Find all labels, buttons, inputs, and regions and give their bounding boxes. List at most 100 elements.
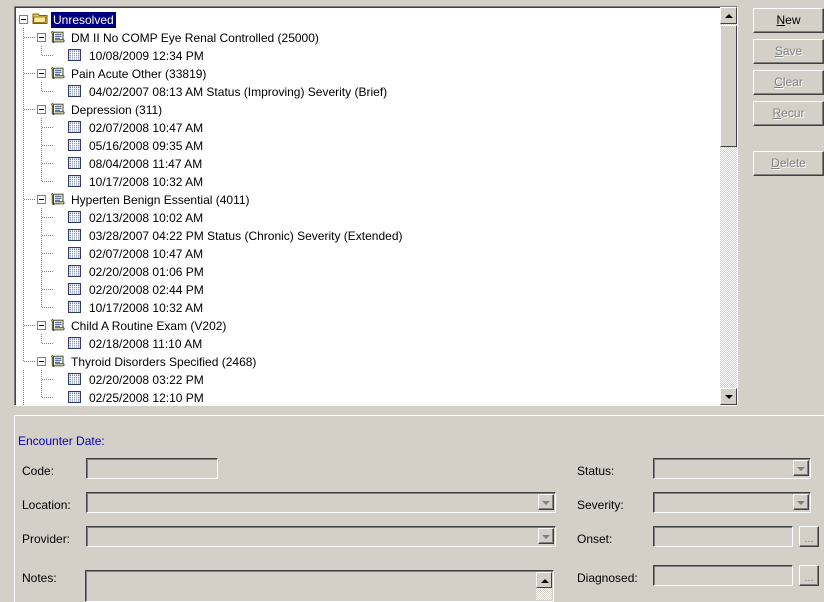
tree-group-node[interactable]: Depression (311) xyxy=(15,100,721,118)
tree-guide xyxy=(42,163,53,164)
tree-guide xyxy=(42,91,53,92)
tree-guide xyxy=(23,118,24,136)
tree-group-node[interactable]: DM II No COMP Eye Renal Controlled (2500… xyxy=(15,28,721,46)
tree-encounter-node[interactable]: 04/02/2007 08:13 AM Status (Improving) S… xyxy=(15,82,721,100)
tree-guide xyxy=(42,343,53,344)
tree-node-label: 02/25/2008 12:10 PM xyxy=(89,390,204,405)
scroll-down-icon[interactable] xyxy=(720,388,737,405)
tree-encounter-node[interactable]: 02/18/2008 11:10 AM xyxy=(15,334,721,352)
encounter-icon xyxy=(68,84,84,98)
provider-combo-box[interactable] xyxy=(86,526,556,547)
tree-group-node[interactable]: Pain Acute Other (33819) xyxy=(15,64,721,82)
encounter-icon xyxy=(68,246,84,260)
tree-expander-toggle[interactable] xyxy=(37,357,46,366)
code-input[interactable] xyxy=(86,458,218,479)
tree-root-node[interactable]: Unresolved xyxy=(15,10,721,28)
tree-encounter-node[interactable]: 08/04/2008 11:47 AM xyxy=(15,154,721,172)
tree-encounter-node[interactable]: 03/28/2007 04:22 PM Status (Chronic) Sev… xyxy=(15,226,721,244)
chevron-down-icon[interactable] xyxy=(538,528,554,544)
tree-expander-toggle[interactable] xyxy=(37,321,46,330)
tree-guide xyxy=(24,37,35,38)
tree-guide xyxy=(23,334,24,352)
tree-node-label: Pain Acute Other (33819) xyxy=(71,66,207,81)
tree-node-label: 02/18/2008 11:10 AM xyxy=(89,336,203,351)
button-label-rest: lear xyxy=(782,75,803,89)
tree-guide xyxy=(23,82,24,100)
tree-node-label: 10/17/2008 10:32 AM xyxy=(89,300,204,315)
provider-combo[interactable] xyxy=(86,526,556,547)
tree-guide xyxy=(24,325,35,326)
tree-guide xyxy=(23,154,24,172)
encounter-icon xyxy=(68,372,84,386)
tree-expander-toggle[interactable] xyxy=(37,195,46,204)
accelerator-char: C xyxy=(774,75,783,89)
tree-guide xyxy=(42,253,53,254)
onset-browse-button[interactable]: ... xyxy=(799,526,819,547)
tree-guide xyxy=(23,226,24,244)
notes-textarea[interactable] xyxy=(85,570,554,602)
tree-encounter-node[interactable]: 02/07/2008 10:47 AM xyxy=(15,118,721,136)
tree-encounter-node[interactable]: 02/07/2008 10:47 AM xyxy=(15,244,721,262)
tree-expander-toggle[interactable] xyxy=(19,15,28,24)
problem-tree[interactable]: Unresolved DM II No COMP Eye Renal Contro… xyxy=(15,7,721,405)
tree-group-node[interactable]: Child A Routine Exam (V202) xyxy=(15,316,721,334)
encounter-icon xyxy=(68,210,84,224)
tree-encounter-node[interactable]: 02/25/2008 12:10 PM xyxy=(15,388,721,405)
tree-expander-toggle[interactable] xyxy=(37,105,46,114)
notes-vertical-scrollbar[interactable] xyxy=(536,572,552,600)
severity-label: Severity: xyxy=(577,498,624,512)
tree-node-label: 10/08/2009 12:34 PM xyxy=(89,48,204,63)
diagnosed-label: Diagnosed: xyxy=(577,571,638,585)
code-label: Code: xyxy=(22,464,55,478)
tree-encounter-node[interactable]: 02/20/2008 01:06 PM xyxy=(15,262,721,280)
location-combo-box[interactable] xyxy=(86,492,556,513)
tree-guide xyxy=(23,370,24,388)
tree-guide xyxy=(42,397,53,398)
onset-input[interactable] xyxy=(653,526,793,547)
scroll-up-icon[interactable] xyxy=(536,572,552,588)
scroll-up-icon[interactable] xyxy=(720,7,737,24)
tree-guide xyxy=(23,172,24,190)
status-combo-box[interactable] xyxy=(653,458,811,479)
tree-encounter-node[interactable]: 10/17/2008 10:32 AM xyxy=(15,298,721,316)
tree-guide xyxy=(42,271,53,272)
tree-encounter-node[interactable]: 02/13/2008 10:02 AM xyxy=(15,208,721,226)
tree-encounter-node[interactable]: 02/20/2008 03:22 PM xyxy=(15,370,721,388)
tree-group-node[interactable]: Hyperten Benign Essential (4011) xyxy=(15,190,721,208)
tree-guide xyxy=(42,127,53,128)
tree-node-label: 02/07/2008 10:47 AM xyxy=(89,246,204,261)
location-combo[interactable] xyxy=(86,492,556,513)
tree-encounter-node[interactable]: 10/17/2008 10:32 AM xyxy=(15,172,721,190)
tree-guide xyxy=(42,55,53,56)
tree-node-label: 02/20/2008 01:06 PM xyxy=(89,264,204,279)
button-label-rest: ecur xyxy=(781,106,805,120)
tree-encounter-node[interactable]: 02/20/2008 02:44 PM xyxy=(15,280,721,298)
tree-node-label: 10/17/2008 10:32 AM xyxy=(89,174,204,189)
severity-combo-box[interactable] xyxy=(653,492,811,513)
chevron-down-icon[interactable] xyxy=(793,460,809,476)
new-button[interactable]: New xyxy=(753,8,824,33)
diagnosed-input[interactable] xyxy=(653,565,793,586)
chevron-down-icon[interactable] xyxy=(538,494,554,510)
tree-encounter-node[interactable]: 05/16/2008 09:35 AM xyxy=(15,136,721,154)
status-combo[interactable] xyxy=(653,458,811,479)
tree-guide xyxy=(23,136,24,154)
diagnosis-icon xyxy=(50,318,66,332)
tree-group-node[interactable]: Thyroid Disorders Specified (2468) xyxy=(15,352,721,370)
tree-encounter-node[interactable]: 10/08/2009 12:34 PM xyxy=(15,46,721,64)
tree-node-label: 03/28/2007 04:22 PM Status (Chronic) Sev… xyxy=(89,228,403,243)
notes-label: Notes: xyxy=(22,571,57,585)
chevron-down-icon[interactable] xyxy=(793,494,809,510)
encounter-icon xyxy=(68,48,84,62)
tree-expander-toggle[interactable] xyxy=(37,69,46,78)
tree-expander-toggle[interactable] xyxy=(37,33,46,42)
severity-combo[interactable] xyxy=(653,492,811,513)
provider-label: Provider: xyxy=(22,532,71,546)
scrollbar-thumb[interactable] xyxy=(720,25,737,147)
tree-node-label: 02/20/2008 02:44 PM xyxy=(89,282,204,297)
tree-node-label: 02/20/2008 03:22 PM xyxy=(89,372,204,387)
tree-guide xyxy=(42,181,53,182)
tree-vertical-scrollbar[interactable] xyxy=(720,7,737,405)
tree-node-label: 08/04/2008 11:47 AM xyxy=(89,156,203,171)
diagnosed-browse-button[interactable]: ... xyxy=(799,565,819,586)
